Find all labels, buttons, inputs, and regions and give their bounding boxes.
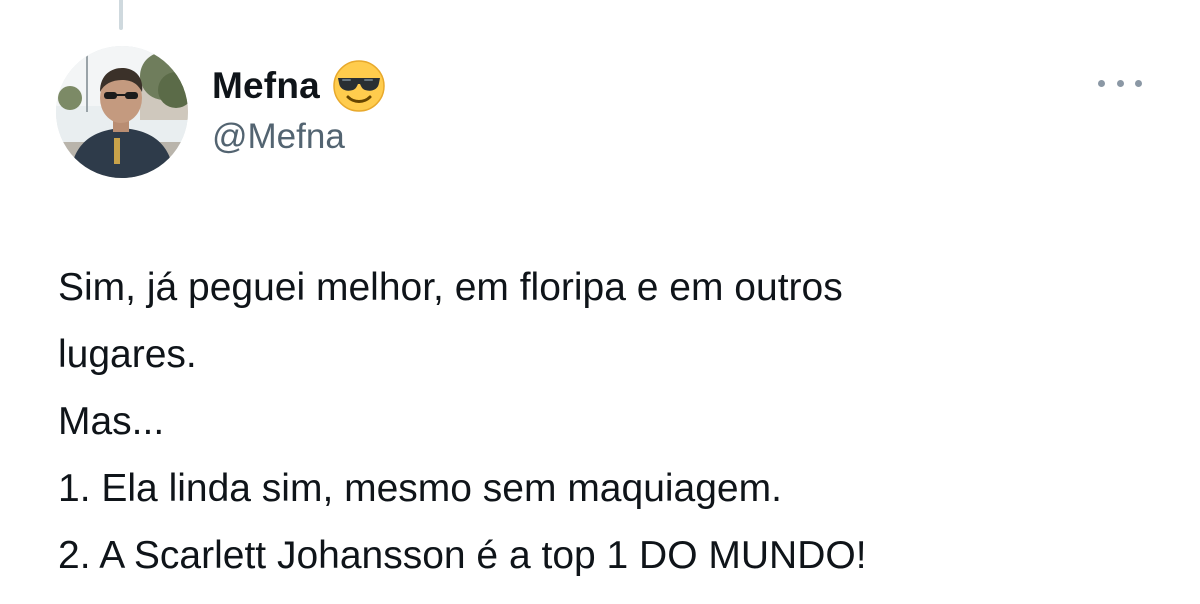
author-display-name[interactable]: Mefna	[212, 65, 320, 107]
tweet-text-line: Mas...	[58, 400, 165, 443]
tweet-text-line: 2. A Scarlett Johansson é a top 1 DO MUN…	[58, 534, 867, 577]
tweet-text-line: 1. Ela linda sim, mesmo sem maquiagem.	[58, 467, 782, 510]
tweet-text-line: Sim, já peguei melhor, em floripa e em o…	[58, 266, 843, 309]
smiling-face-with-sunglasses-emoji-icon	[333, 60, 385, 112]
author-name-row[interactable]: Mefna	[212, 58, 386, 114]
more-horizontal-icon-dot	[1116, 79, 1124, 87]
thread-connector-line	[119, 0, 123, 30]
tweet-card: Mefna @Mefna Sim, já peguei melhor, em f…	[0, 0, 1200, 604]
tweet-text: Sim, já peguei melhor, em floripa e em o…	[58, 254, 1178, 589]
author-handle[interactable]: @Mefna	[212, 117, 345, 157]
more-options-button[interactable]	[1098, 72, 1142, 94]
more-horizontal-icon-dot	[1135, 79, 1142, 87]
profile-photo-avatar-image	[56, 46, 188, 178]
avatar[interactable]	[56, 46, 188, 178]
tweet-text-line: lugares.	[58, 333, 197, 376]
more-horizontal-icon	[1098, 79, 1105, 87]
